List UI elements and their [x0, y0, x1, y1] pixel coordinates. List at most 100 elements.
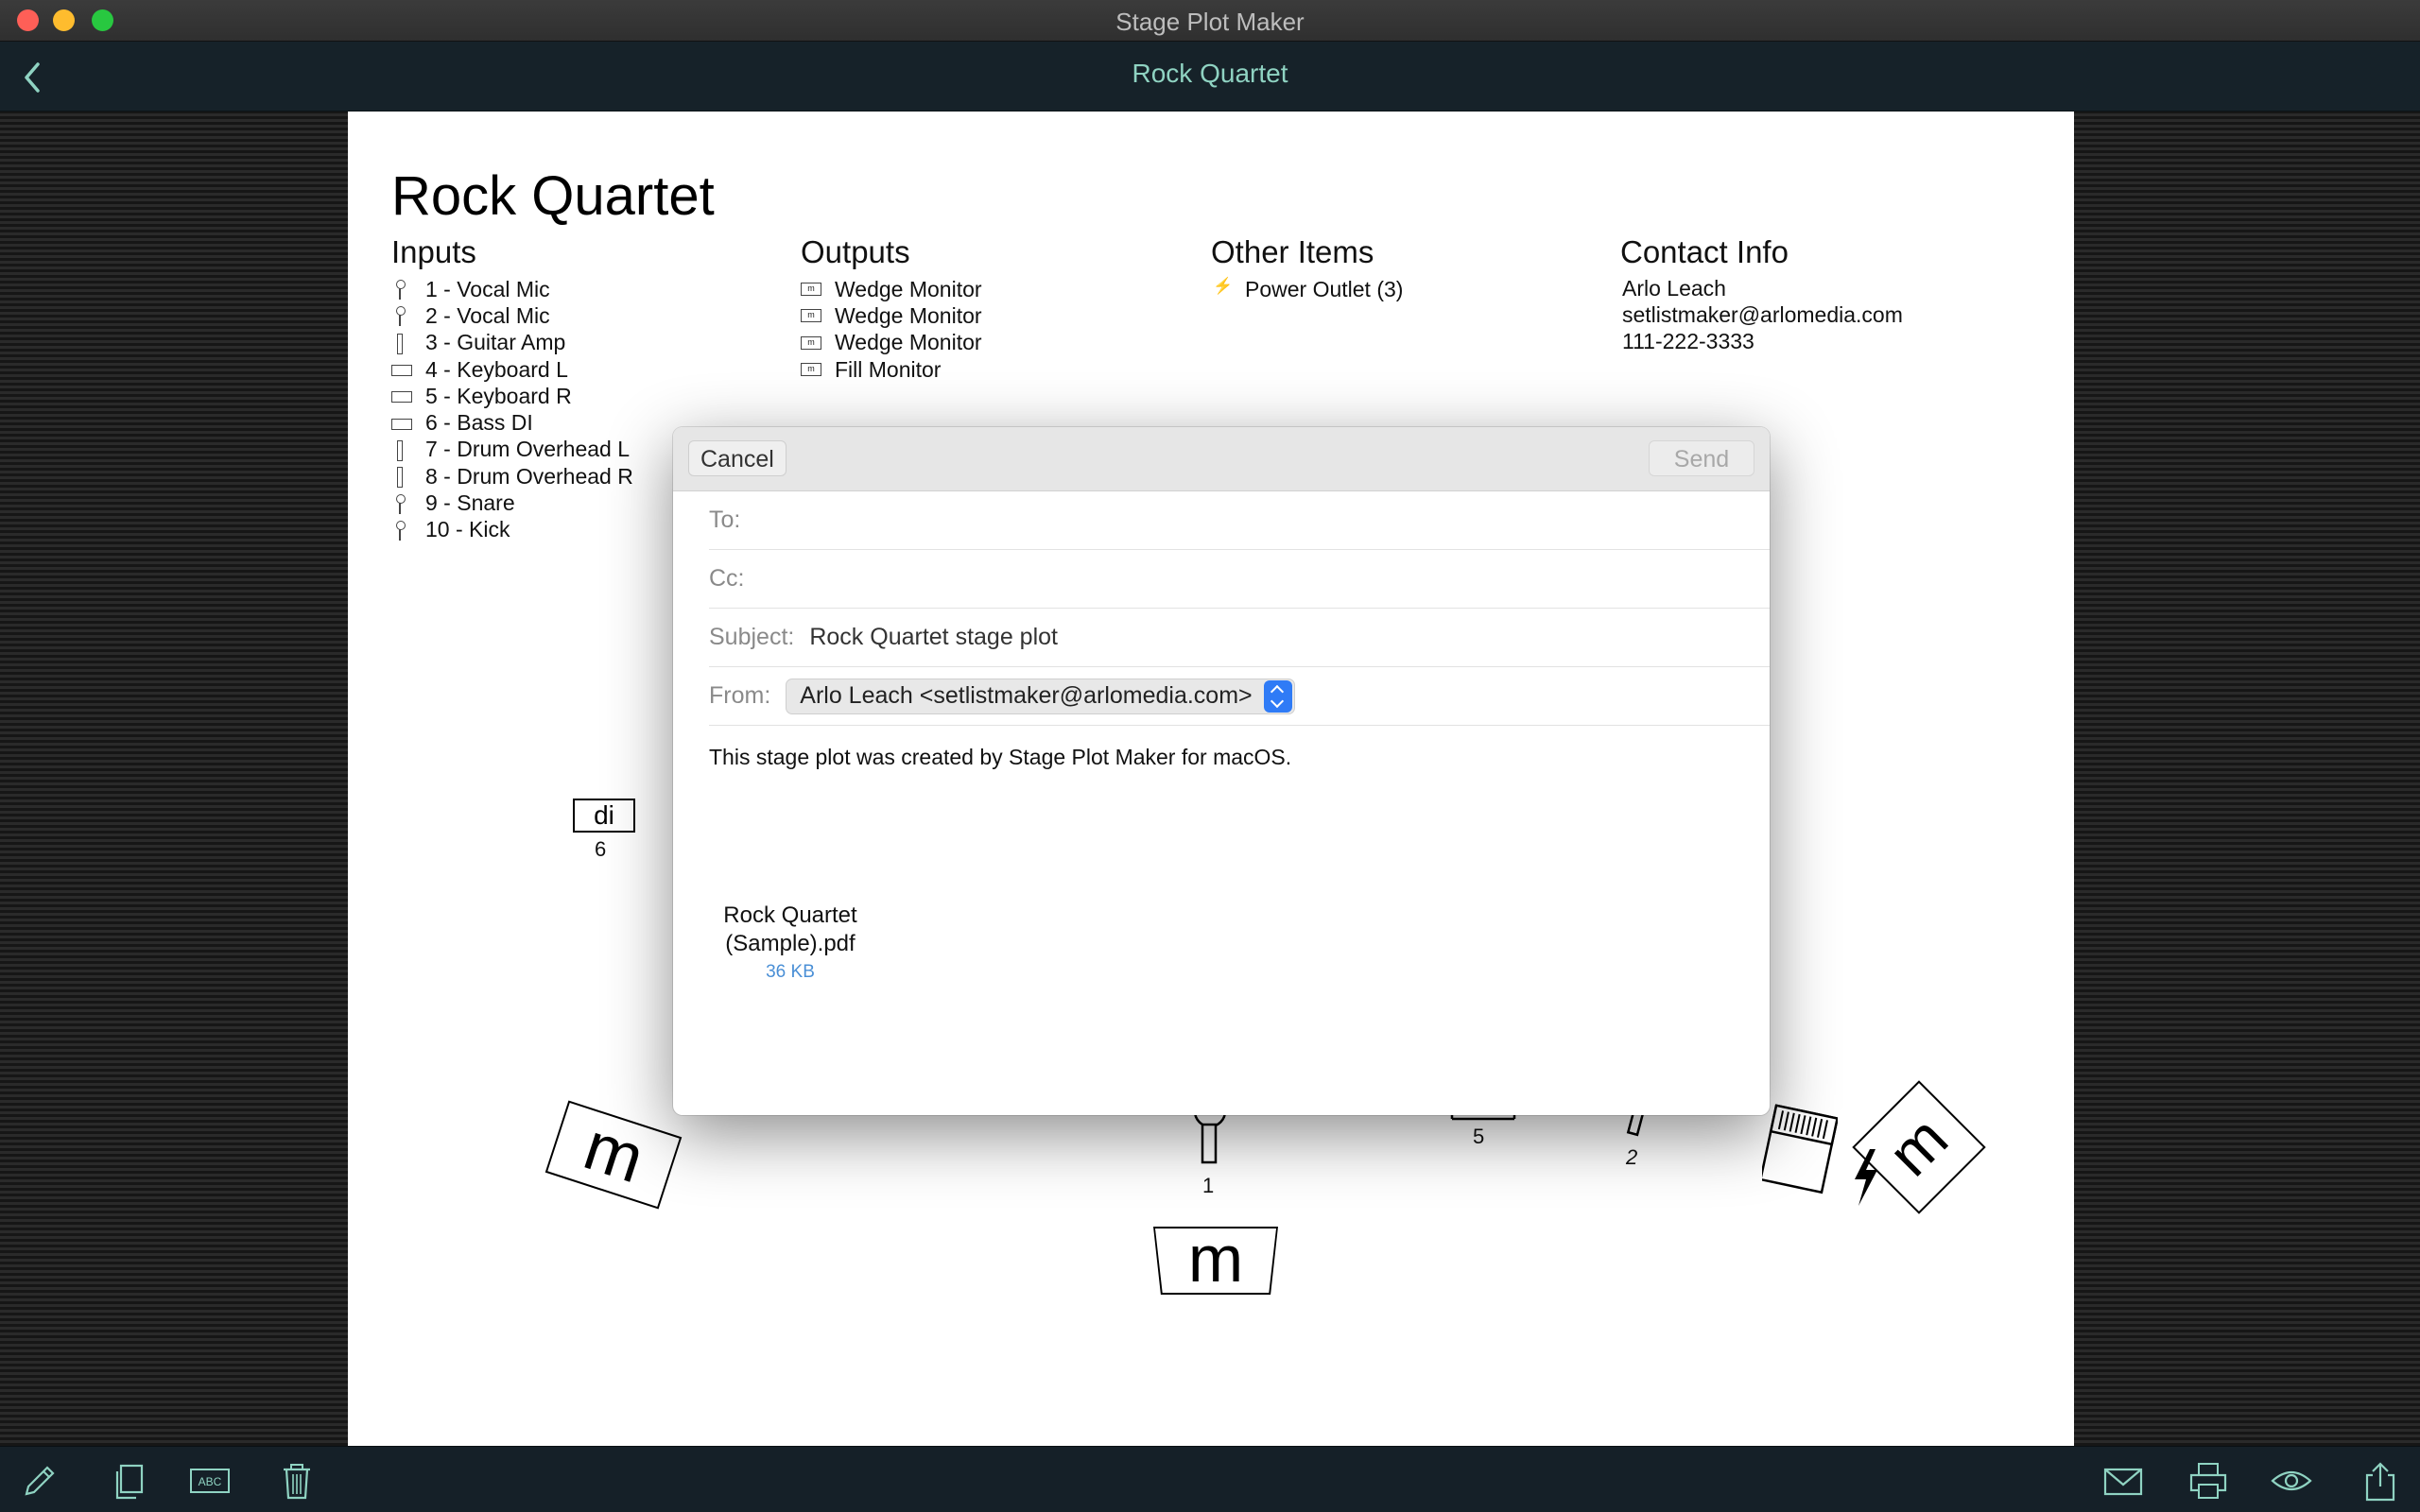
- monitor-icon: [801, 333, 821, 353]
- input-item: 4 - Keyboard L: [391, 356, 633, 383]
- stage-mic-2-number: 2: [1626, 1145, 1638, 1169]
- from-select[interactable]: Arlo Leach <setlistmaker@arlomedia.com>: [786, 678, 1295, 714]
- input-item: 2 - Vocal Mic: [391, 302, 633, 329]
- input-item-label: 6 - Bass DI: [425, 410, 533, 436]
- attachment[interactable]: Rock Quartet (Sample).pdf 36 KB: [715, 902, 866, 983]
- stage-keyboard-number: 5: [1473, 1125, 1485, 1148]
- subject-field[interactable]: Subject: Rock Quartet stage plot: [709, 609, 1770, 667]
- input-item: 5 - Keyboard R: [391, 383, 633, 409]
- snare-mic-icon: [391, 493, 412, 514]
- contact-phone: 111-222-3333: [1622, 329, 1754, 353]
- stage-monitor-center-label: m: [1155, 1228, 1276, 1293]
- preview-icon[interactable]: [2271, 1460, 2312, 1502]
- nav-title: Rock Quartet: [1132, 59, 1288, 88]
- inputs-list: 1 - Vocal Mic 2 - Vocal Mic 3 - Guitar Amp…: [391, 276, 633, 543]
- contact-email: setlistmaker@arlomedia.com: [1622, 302, 1903, 327]
- stage-di-number: 6: [595, 837, 607, 861]
- output-item-label: Wedge Monitor: [835, 276, 982, 301]
- output-item: Wedge Monitor: [801, 276, 982, 302]
- di-icon: [391, 386, 412, 406]
- from-label: From:: [709, 682, 771, 709]
- attachment-size: 36 KB: [766, 962, 815, 982]
- pencil-icon[interactable]: [19, 1460, 60, 1502]
- amp-mic-icon: [391, 466, 412, 489]
- input-item-label: 4 - Keyboard L: [425, 356, 568, 382]
- window-title: Stage Plot Maker: [1115, 8, 1305, 36]
- mail-compose-sheet: Cancel Send To: Cc: Subject: Rock Quarte…: [673, 427, 1770, 1115]
- app-window: Stage Plot Maker Rock Quartet Rock Quart…: [0, 0, 2420, 1512]
- output-item-label: Wedge Monitor: [835, 302, 982, 328]
- attachment-name-line1: Rock Quartet: [723, 902, 857, 928]
- stage-mic-1-number: 1: [1202, 1174, 1215, 1197]
- input-item: 6 - Bass DI: [391, 409, 633, 436]
- outputs-list: Wedge MonitorWedge MonitorWedge MonitorF…: [801, 276, 982, 383]
- cc-label: Cc:: [709, 565, 745, 592]
- message-body[interactable]: This stage plot was created by Stage Plo…: [709, 745, 1291, 770]
- input-item-label: 7 - Drum Overhead L: [425, 437, 631, 462]
- monitor-icon: [801, 305, 821, 326]
- stage-monitor-left[interactable]: m: [544, 1100, 683, 1210]
- input-item: 1 - Vocal Mic: [391, 276, 633, 302]
- plot-title[interactable]: Rock Quartet: [391, 164, 715, 228]
- duplicate-icon[interactable]: [108, 1460, 149, 1502]
- di-icon: [391, 413, 412, 434]
- mic-icon: [391, 305, 412, 327]
- inputs-heading: Inputs: [391, 234, 476, 269]
- stage-monitor-center[interactable]: m: [1153, 1227, 1278, 1295]
- other-item: Power Outlet (3): [1211, 276, 1403, 302]
- input-item-label: 8 - Drum Overhead R: [425, 463, 633, 489]
- output-item: Wedge Monitor: [801, 302, 982, 329]
- bottom-toolbar: ABC: [0, 1446, 2420, 1512]
- subject-input[interactable]: Rock Quartet stage plot: [809, 624, 1058, 651]
- contact-column: Contact Info Arlo Leach setlistmaker@arl…: [1620, 234, 1903, 355]
- text-label-icon[interactable]: ABC: [189, 1460, 231, 1502]
- to-label: To:: [709, 507, 741, 533]
- subject-label: Subject:: [709, 624, 795, 650]
- stage-di-box[interactable]: di: [573, 799, 635, 833]
- stage-power-outlet-icon[interactable]: [1847, 1147, 1885, 1208]
- input-item: 3 - Guitar Amp: [391, 330, 633, 356]
- from-field: From: Arlo Leach <setlistmaker@arlomedia…: [709, 667, 1770, 726]
- cancel-button[interactable]: Cancel: [688, 440, 786, 476]
- mail-icon[interactable]: [2102, 1460, 2144, 1502]
- input-item: 8 - Drum Overhead R: [391, 463, 633, 490]
- output-item-label: Fill Monitor: [835, 356, 942, 382]
- navigation-bar: Rock Quartet: [0, 42, 2420, 112]
- input-item: 9 - Snare: [391, 490, 633, 516]
- output-item-label: Wedge Monitor: [835, 330, 982, 355]
- monitor-icon: [801, 279, 821, 300]
- chevron-up-down-icon: [1263, 679, 1292, 713]
- monitor-icon: [801, 359, 821, 380]
- send-button[interactable]: Send: [1649, 440, 1754, 476]
- trash-icon[interactable]: [276, 1460, 318, 1502]
- di-icon: [391, 359, 412, 380]
- output-item: Wedge Monitor: [801, 330, 982, 356]
- title-bar: Stage Plot Maker: [0, 0, 2420, 42]
- mail-toolbar: Cancel Send: [673, 427, 1770, 491]
- input-item-label: 5 - Keyboard R: [425, 383, 572, 408]
- input-item-label: 3 - Guitar Amp: [425, 330, 566, 355]
- print-icon[interactable]: [2187, 1460, 2229, 1502]
- outputs-heading: Outputs: [801, 234, 910, 269]
- input-item-label: 10 - Kick: [425, 517, 510, 542]
- kick-mic-icon: [391, 520, 412, 541]
- contact-heading: Contact Info: [1620, 234, 1789, 269]
- from-value: Arlo Leach <setlistmaker@arlomedia.com>: [800, 682, 1253, 709]
- attachment-name-line2: (Sample).pdf: [725, 931, 856, 956]
- amp-mic-icon: [391, 439, 412, 461]
- other-items-column: Other Items Power Outlet (3): [1211, 234, 1403, 302]
- input-item-label: 9 - Snare: [425, 490, 515, 516]
- outputs-column: Outputs Wedge MonitorWedge MonitorWedge …: [801, 234, 982, 383]
- input-item-label: 2 - Vocal Mic: [425, 302, 550, 328]
- contact-name: Arlo Leach: [1622, 276, 1726, 301]
- svg-text:ABC: ABC: [199, 1475, 222, 1488]
- to-field[interactable]: To:: [709, 491, 1770, 550]
- output-item: Fill Monitor: [801, 356, 982, 383]
- input-item: 10 - Kick: [391, 517, 633, 543]
- stage-amp-icon[interactable]: [1762, 1102, 1838, 1206]
- share-icon[interactable]: [2360, 1460, 2401, 1502]
- other-items-list: Power Outlet (3): [1211, 276, 1403, 302]
- amp-mic-icon: [391, 333, 412, 354]
- input-item: 7 - Drum Overhead L: [391, 437, 633, 463]
- cc-field[interactable]: Cc:: [709, 550, 1770, 609]
